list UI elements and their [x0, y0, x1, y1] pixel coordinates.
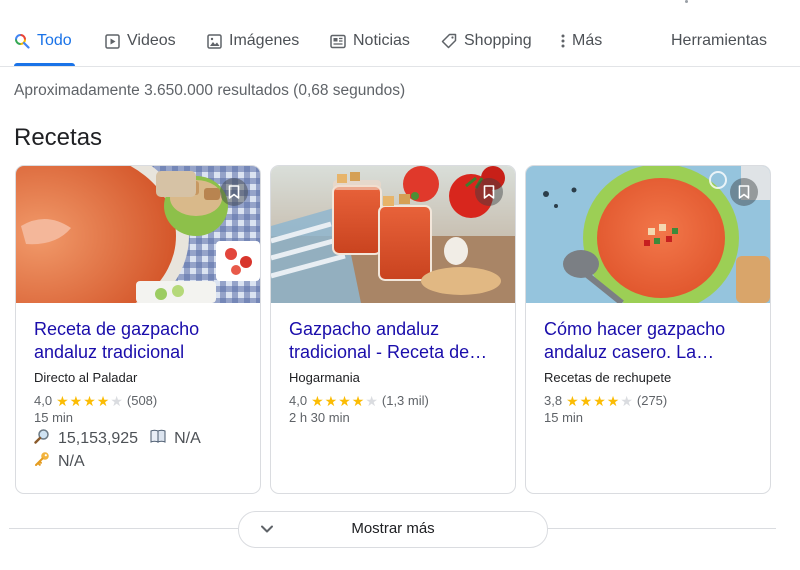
- rating-value: 3,8: [544, 393, 563, 408]
- book-value: N/A: [174, 429, 201, 447]
- star-icon: ★: [579, 392, 593, 409]
- star-rating: ★ ★ ★ ★ ★: [56, 394, 123, 408]
- star-rating: ★ ★ ★ ★ ★: [566, 394, 633, 408]
- search-tabs-bar: Todo Videos Imágenes Noticias Shopping M…: [0, 0, 800, 67]
- corner-dot: [685, 0, 688, 3]
- tab-noticias[interactable]: Noticias: [330, 30, 410, 52]
- recipe-card[interactable]: Gazpacho andaluz tradicional - Receta de…: [270, 165, 516, 494]
- review-count: (508): [126, 393, 158, 408]
- recipe-card[interactable]: Receta de gazpacho andaluz tradicional D…: [15, 165, 261, 494]
- star-icon: ★: [324, 392, 338, 409]
- tab-label: Más: [572, 32, 603, 49]
- play-icon: [104, 33, 120, 49]
- star-icon: ★: [606, 392, 620, 409]
- star-rating: ★ ★ ★ ★ ★: [311, 394, 378, 408]
- recipe-source: Recetas de rechupete: [544, 370, 672, 385]
- recipe-rating: 3,8 ★ ★ ★ ★ ★ (275): [544, 393, 667, 408]
- bookmark-icon[interactable]: [220, 178, 248, 206]
- star-icon: ★: [593, 392, 606, 409]
- star-icon: ★: [365, 392, 378, 409]
- star-icon: ★: [83, 392, 96, 409]
- recipe-card[interactable]: Cómo hacer gazpacho andaluz casero. La… …: [525, 165, 771, 494]
- active-tab-indicator: [14, 63, 75, 66]
- show-more-label: Mostrar más: [351, 520, 435, 537]
- key-value: N/A: [58, 452, 85, 470]
- star-icon: ★: [96, 392, 110, 409]
- tab-shopping[interactable]: Shopping: [441, 30, 532, 52]
- tab-label: Videos: [127, 32, 176, 49]
- star-icon: ★: [566, 392, 579, 409]
- recipe-title-line: andaluz tradicional: [34, 342, 185, 362]
- recipe-image: [271, 166, 515, 303]
- recipe-title-link[interactable]: Gazpacho andaluz tradicional - Receta de…: [289, 318, 499, 364]
- show-more-button[interactable]: Mostrar más: [238, 511, 548, 548]
- recipe-title-line: tradicional - Receta de…: [289, 342, 488, 362]
- results-stats: Aproximadamente 3.650.000 resultados (0,…: [14, 82, 406, 99]
- recipe-title-link[interactable]: Cómo hacer gazpacho andaluz casero. La…: [544, 318, 754, 364]
- rating-value: 4,0: [289, 393, 308, 408]
- review-count: (275): [636, 393, 668, 408]
- key-icon: [34, 451, 50, 472]
- recipe-time: 15 min: [544, 410, 584, 425]
- recipe-source: Directo al Paladar: [34, 370, 138, 385]
- tools-label: Herramientas: [671, 32, 768, 49]
- news-icon: [330, 33, 346, 49]
- recipe-rating: 4,0 ★ ★ ★ ★ ★ (1,3 mil): [289, 393, 429, 408]
- star-icon: ★: [620, 392, 633, 409]
- star-icon: ★: [69, 392, 83, 409]
- book-icon: [150, 429, 166, 448]
- tab-label: Noticias: [353, 32, 410, 49]
- tab-label: Imágenes: [229, 32, 300, 49]
- tab-imagenes[interactable]: Imágenes: [206, 30, 299, 52]
- extra-info-row: N/A: [34, 451, 85, 472]
- section-title: Recetas: [14, 124, 103, 151]
- star-icon: ★: [311, 392, 324, 409]
- recipe-title-line: andaluz casero. La…: [544, 342, 715, 362]
- recipe-title-line: Receta de gazpacho: [34, 319, 200, 339]
- star-icon: ★: [56, 392, 69, 409]
- extra-info-row: 15,153,925 N/A: [34, 428, 201, 449]
- tab-label: Todo: [37, 32, 72, 49]
- tools-button[interactable]: Herramientas: [671, 30, 767, 52]
- recipe-time: 2 h 30 min: [289, 410, 350, 425]
- review-count: (1,3 mil): [381, 393, 429, 408]
- search-icon: [14, 33, 30, 49]
- recipe-time: 15 min: [34, 410, 74, 425]
- star-icon: ★: [351, 392, 365, 409]
- recipe-source: Hogarmania: [289, 370, 360, 385]
- tag-icon: [441, 33, 457, 49]
- recipe-title-link[interactable]: Receta de gazpacho andaluz tradicional: [34, 318, 244, 364]
- divider-line: [546, 528, 776, 529]
- views-value: 15,153,925: [58, 429, 139, 447]
- tab-videos[interactable]: Videos: [104, 30, 176, 52]
- divider-line: [9, 528, 239, 529]
- tab-todo[interactable]: Todo: [14, 30, 72, 52]
- tab-label: Shopping: [464, 32, 532, 49]
- recipe-image: [526, 166, 770, 303]
- image-icon: [206, 33, 222, 49]
- star-icon: ★: [338, 392, 351, 409]
- bookmark-icon[interactable]: [475, 178, 503, 206]
- recipe-image: [16, 166, 260, 303]
- tab-mas[interactable]: Más: [559, 30, 602, 52]
- recipe-title-line: Gazpacho andaluz: [289, 319, 440, 339]
- magnifier-icon: [34, 428, 50, 449]
- rating-value: 4,0: [34, 393, 53, 408]
- recipe-rating: 4,0 ★ ★ ★ ★ ★ (508): [34, 393, 157, 408]
- star-icon: ★: [110, 392, 123, 409]
- bookmark-icon[interactable]: [730, 178, 758, 206]
- recipe-title-line: Cómo hacer gazpacho: [544, 319, 726, 339]
- more-vert-icon: [559, 33, 567, 49]
